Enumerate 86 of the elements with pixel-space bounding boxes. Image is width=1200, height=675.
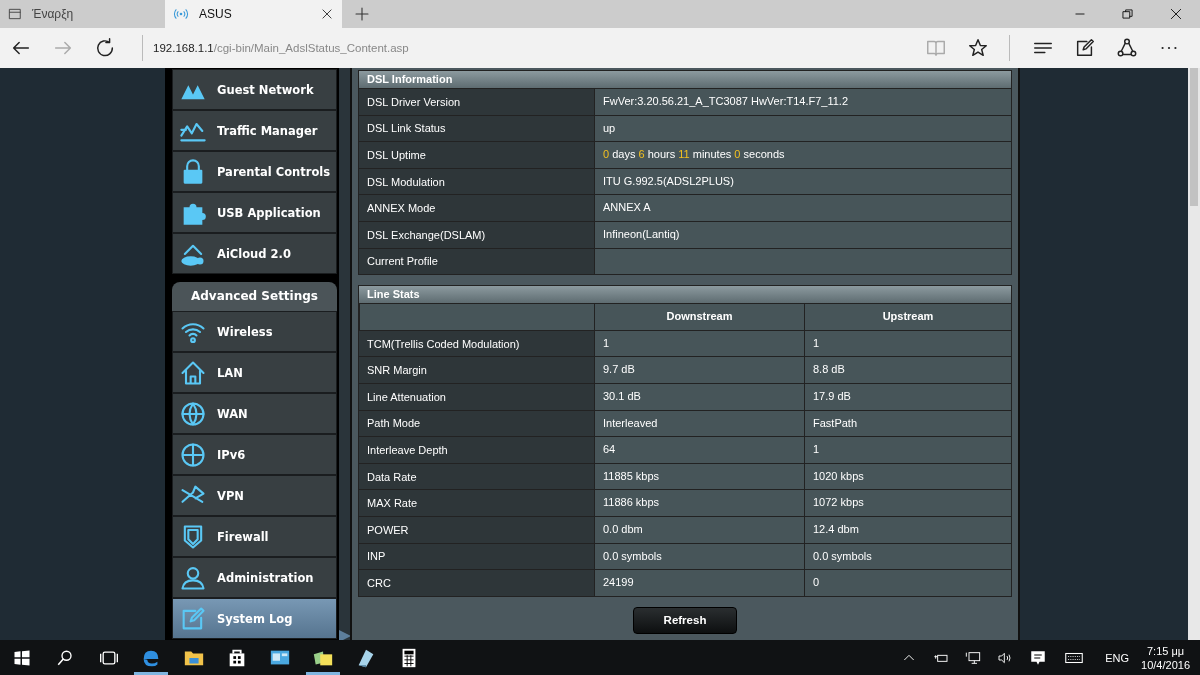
- wifi-icon: [173, 6, 189, 22]
- table-cell: 1: [804, 436, 1011, 463]
- table-cell: 1072 kbps: [804, 489, 1011, 516]
- clock-date[interactable]: 10/4/2016: [1141, 657, 1190, 672]
- menu-item[interactable]: System Log: [172, 598, 337, 639]
- star-icon[interactable]: [967, 37, 989, 59]
- table-cell: 17.9 dB: [804, 382, 1011, 410]
- table-cell: 0.0 symbols: [804, 542, 1011, 570]
- scrollbar[interactable]: [1188, 68, 1200, 640]
- menu-item[interactable]: Traffic Manager: [172, 110, 337, 151]
- share-icon[interactable]: [1116, 37, 1138, 59]
- search-icon[interactable]: [56, 648, 74, 667]
- menu-item[interactable]: AiCloud 2.0: [172, 233, 337, 274]
- language-indicator[interactable]: ENG: [1105, 651, 1130, 664]
- table-cell: 0: [804, 569, 1011, 596]
- table-cell: 1020 kbps: [804, 462, 1011, 490]
- menu-item[interactable]: WAN: [172, 393, 337, 434]
- table-cell: 11886 kbps: [594, 489, 804, 516]
- table-cell: SNR Margin: [359, 356, 594, 383]
- table-cell: TCM(Trellis Coded Modulation): [359, 329, 594, 357]
- menu-item[interactable]: USB Application: [172, 192, 337, 233]
- table-cell: Path Mode: [359, 409, 594, 437]
- table-cell: DSL Exchange(DSLAM): [359, 220, 594, 248]
- table-cell: 64: [594, 436, 804, 463]
- table-cell: Infineon(Lantiq): [594, 220, 1011, 248]
- menu-item[interactable]: Wireless: [172, 311, 337, 352]
- table-cell: Line Attenuation: [359, 382, 594, 410]
- table-cell: Data Rate: [359, 462, 594, 490]
- menu-item[interactable]: Firewall: [172, 516, 337, 557]
- menu-item[interactable]: Guest Network: [172, 69, 337, 110]
- table-cell: DSL Driver Version: [359, 88, 594, 115]
- menu-item[interactable]: Administration: [172, 557, 337, 598]
- table-cell: 1: [804, 329, 1011, 357]
- table-cell: Interleave Depth: [359, 436, 594, 463]
- menu-item[interactable]: LAN: [172, 352, 337, 393]
- browser-tab[interactable]: ASUS: [165, 0, 342, 28]
- table-cell: 24199: [594, 569, 804, 596]
- table-cell: DSL Uptime: [359, 141, 594, 168]
- menu-item[interactable]: Parental Controls: [172, 151, 337, 192]
- table-cell: 8.8 dB: [804, 356, 1011, 383]
- browser-tab[interactable]: Έναρξη: [0, 0, 165, 28]
- table-cell: 12.4 dbm: [804, 515, 1011, 543]
- menu-item[interactable]: VPN: [172, 475, 337, 516]
- table-cell: up: [594, 114, 1011, 142]
- refresh-icon[interactable]: [94, 37, 116, 59]
- table-cell: 0.0 symbols: [594, 542, 804, 570]
- table-header: Line Stats: [359, 286, 1011, 304]
- globe-icon: [179, 440, 207, 469]
- table-cell: Interleaved: [594, 409, 804, 437]
- scrollbar-thumb[interactable]: [1190, 68, 1198, 206]
- new-tab-icon[interactable]: [354, 6, 370, 22]
- table-cell: DSL Link Status: [359, 114, 594, 142]
- table-cell: 0 days 6 hours 11 minutes 0 seconds: [594, 141, 1011, 168]
- page-icon: [8, 7, 22, 21]
- table-cell: CRC: [359, 569, 594, 596]
- close-icon[interactable]: [320, 7, 334, 21]
- table-cell: Current Profile: [359, 247, 594, 275]
- table-cell: POWER: [359, 515, 594, 543]
- table-cell: MAX Rate: [359, 489, 594, 516]
- table-cell: 9.7 dB: [594, 356, 804, 383]
- table-cell: 11885 kbps: [594, 462, 804, 490]
- pen-icon[interactable]: [1074, 37, 1096, 59]
- table-cell: 1: [594, 329, 804, 357]
- clock-time[interactable]: 7:15 μμ: [1141, 643, 1190, 658]
- table-cell: 30.1 dB: [594, 382, 804, 410]
- table-cell: ANNEX A: [594, 194, 1011, 221]
- message-icon[interactable]: [1029, 648, 1048, 667]
- network-icon[interactable]: [965, 649, 982, 666]
- globe-icon: [179, 399, 207, 428]
- table-cell: DSL Modulation: [359, 167, 594, 195]
- close-icon[interactable]: [1169, 7, 1183, 21]
- table-cell: FwVer:3.20.56.21_A_TC3087 HwVer:T14.F7_11.2: [594, 88, 1011, 115]
- column-header: Upstream: [804, 303, 1011, 330]
- table-cell: ANNEX Mode: [359, 194, 594, 221]
- menu-item[interactable]: IPv6: [172, 434, 337, 475]
- table-cell: FastPath: [804, 409, 1011, 437]
- windows-logo-icon[interactable]: [13, 648, 31, 667]
- section-header: Advanced Settings: [172, 282, 337, 311]
- table-header: DSL Information: [359, 71, 1011, 88]
- restore-icon[interactable]: [1121, 7, 1135, 21]
- refresh-button[interactable]: Refresh: [633, 606, 737, 634]
- address-field[interactable]: 192.168.1.1/cgi-bin/Main_AdslStatus_Content.asp: [142, 35, 409, 61]
- column-header: Downstream: [594, 303, 804, 330]
- table-cell: ITU G.992.5(ADSL2PLUS): [594, 167, 1011, 195]
- table-cell: 0.0 dbm: [594, 515, 804, 543]
- table-cell: INP: [359, 542, 594, 570]
